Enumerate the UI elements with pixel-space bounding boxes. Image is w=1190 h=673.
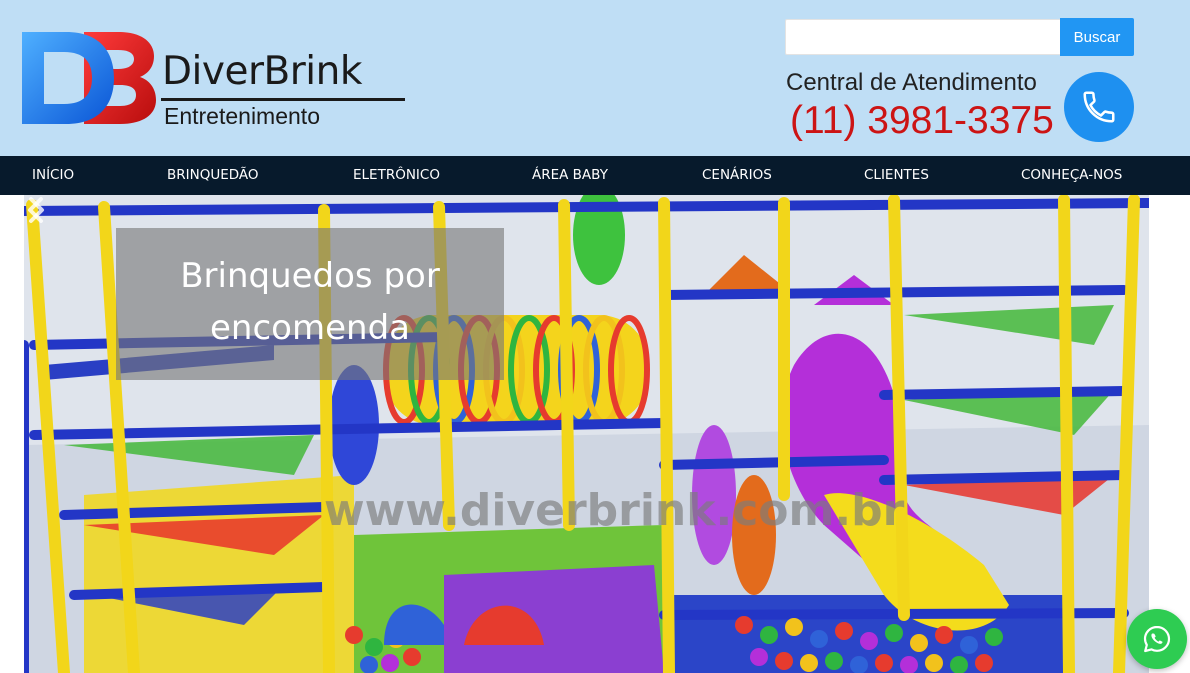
logo-name: DiverBrink <box>162 49 362 94</box>
search-input[interactable] <box>785 19 1061 55</box>
nav-item-clientes[interactable]: CLIENTES <box>864 156 929 195</box>
whatsapp-button[interactable] <box>1127 609 1187 669</box>
logo-tagline: Entretenimento <box>164 103 320 129</box>
phone-button[interactable] <box>1064 72 1134 142</box>
phone-icon <box>1083 91 1115 123</box>
hero-caption-box: Brinquedos por encomenda <box>116 228 504 380</box>
whatsapp-icon <box>1143 625 1171 653</box>
chevron-right-icon[interactable] <box>24 195 48 225</box>
contact-label: Central de Atendimento <box>786 69 1037 96</box>
hero-carousel[interactable]: www.diverbrink.com.br Brinquedos por enc… <box>24 195 1149 673</box>
nav-item-conheca-nos[interactable]: CONHEÇA-NOS <box>1021 156 1122 195</box>
nav-item-brinquedao[interactable]: BRINQUEDÃO <box>167 156 259 195</box>
main-nav: INÍCIO BRINQUEDÃO ELETRÔNICO ÁREA BABY C… <box>0 156 1190 195</box>
hero-caption: Brinquedos por encomenda <box>180 256 440 348</box>
search-button[interactable]: Buscar <box>1060 18 1134 56</box>
site-header: DiverBrink Entretenimento Buscar Central… <box>0 0 1190 156</box>
site-logo[interactable]: DiverBrink Entretenimento <box>22 30 407 130</box>
logo-monogram-icon <box>22 32 156 124</box>
contact-phone[interactable]: (11) 3981-3375 <box>790 101 1054 140</box>
nav-item-eletronico[interactable]: ELETRÔNICO <box>353 156 440 195</box>
nav-item-inicio[interactable]: INÍCIO <box>32 156 74 195</box>
hero-watermark: www.diverbrink.com.br <box>324 485 905 536</box>
logo-divider <box>161 98 405 101</box>
nav-item-area-baby[interactable]: ÁREA BABY <box>532 156 608 195</box>
nav-item-cenarios[interactable]: CENÁRIOS <box>702 156 772 195</box>
